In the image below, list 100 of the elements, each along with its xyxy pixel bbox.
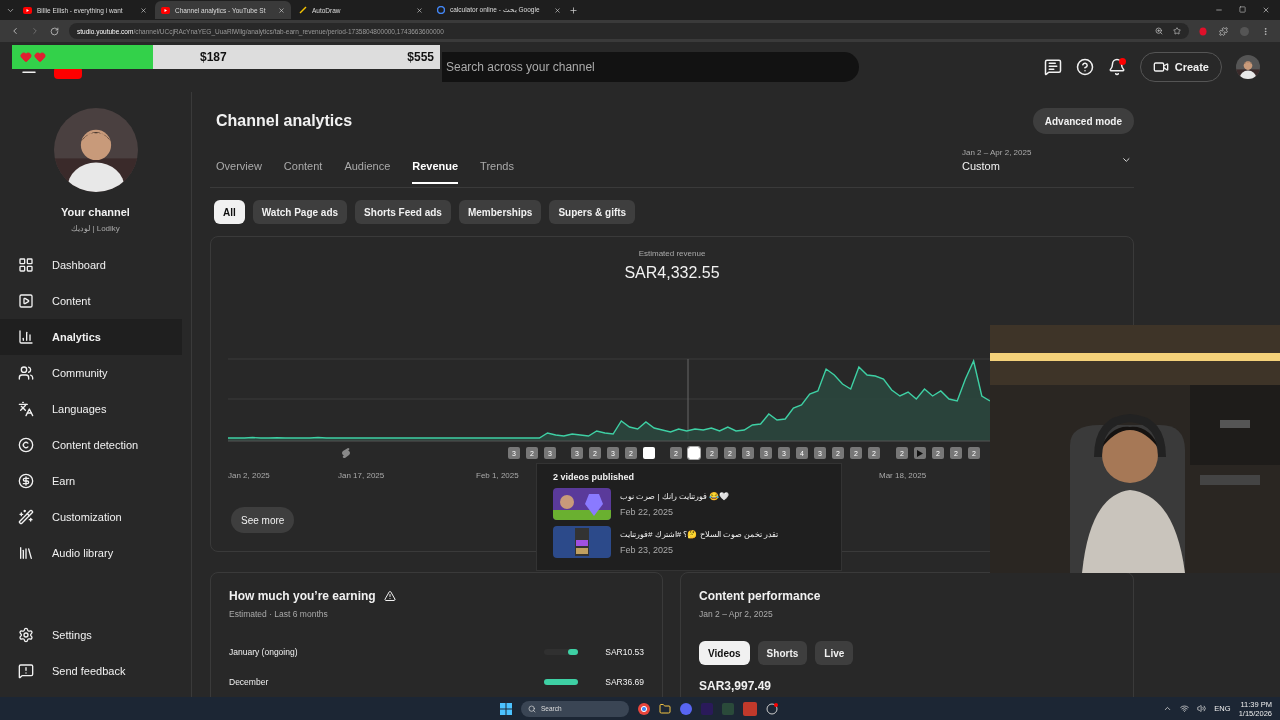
page-title: Channel analytics	[216, 112, 353, 130]
sidebar-item[interactable]: Earn	[0, 463, 182, 499]
month-label: December	[229, 677, 269, 687]
analytics-tab[interactable]: Trends	[480, 148, 514, 184]
performance-value: SAR3,997.49	[699, 679, 773, 693]
video-marker[interactable]	[643, 447, 655, 459]
sidebar-item[interactable]: Settings	[0, 617, 182, 653]
card-title: How much you’re earning	[229, 589, 376, 603]
video-title: 🤍😂 فورتنايت رانك | صرت نوب	[620, 491, 730, 501]
settings-icon	[18, 627, 34, 643]
profile-icon	[1240, 26, 1249, 36]
copyright-icon	[18, 437, 34, 453]
channel-name: لوديك | Lodiky	[71, 224, 120, 233]
back-icon	[10, 26, 20, 36]
reload-icon	[50, 26, 59, 36]
sidebar-item[interactable]: Dashboard	[0, 247, 182, 283]
forward-icon	[30, 26, 40, 36]
close-icon	[278, 6, 285, 14]
filter-chip[interactable]: All	[214, 200, 245, 224]
tooltip-title: 2 videos published	[553, 472, 636, 482]
analytics-tab[interactable]: Revenue	[412, 148, 459, 184]
play-logo-icon	[23, 6, 32, 14]
revenue-label: Estimated revenue	[638, 249, 706, 258]
content-type-chip[interactable]: Videos	[699, 641, 750, 665]
earning-amount: SAR10.53	[604, 647, 644, 657]
analytics-tab[interactable]: Audience	[344, 148, 391, 184]
play-logo-icon	[161, 6, 170, 14]
play-square-icon	[18, 293, 34, 309]
card-subtitle: Jan 2 – Apr 2, 2025	[699, 609, 774, 619]
axis-label: Jan 2, 2025	[228, 471, 270, 480]
sidebar-item[interactable]: Content	[0, 283, 182, 319]
minimize-icon	[1215, 6, 1223, 14]
pencil-icon	[299, 6, 307, 14]
app-icon	[766, 702, 778, 715]
dollar-icon	[18, 473, 34, 489]
video-date: Feb 23, 2025	[620, 544, 675, 555]
zoom-icon	[1155, 27, 1163, 35]
languages-icon	[18, 401, 34, 417]
sidebar-item[interactable]: Community	[0, 355, 182, 391]
help-button[interactable]	[1075, 58, 1094, 76]
volume-icon	[1197, 704, 1207, 713]
earning-amount: SAR36.69	[604, 677, 644, 687]
extension-icon	[1199, 26, 1207, 36]
app-icon	[722, 702, 734, 715]
content-type-chip[interactable]: Live	[815, 641, 854, 665]
axis-label: Jan 17, 2025	[338, 471, 385, 480]
sidebar-item[interactable]: Send feedback	[0, 653, 182, 689]
axis-label: Feb 1, 2025	[476, 471, 519, 480]
windows-icon	[500, 702, 512, 715]
video-date: Feb 22, 2025	[620, 506, 675, 517]
create-button[interactable]: Create	[1139, 52, 1222, 82]
heart-icon	[20, 51, 32, 63]
wand-icon	[18, 509, 34, 525]
close-icon	[1262, 6, 1270, 14]
heart-icon	[34, 51, 46, 63]
puzzle-icon	[1219, 26, 1228, 36]
notifications-button[interactable]	[1107, 58, 1126, 76]
sidebar-item[interactable]: Audio library	[0, 535, 182, 571]
maximize-icon	[1239, 6, 1246, 13]
goal-amount: $187	[200, 50, 227, 64]
filter-chip[interactable]: Supers & gifts	[549, 200, 636, 224]
see-more-button[interactable]: See more	[231, 507, 295, 533]
search-icon	[528, 704, 536, 713]
people-icon	[18, 365, 34, 381]
plus-icon	[569, 5, 578, 15]
grid-icon	[18, 257, 34, 273]
sidebar-item[interactable]: Customization	[0, 499, 182, 535]
video-marker[interactable]	[914, 447, 926, 459]
more-icon	[1261, 26, 1270, 36]
feedback-button[interactable]	[1043, 58, 1062, 76]
sidebar-item[interactable]: Content detection	[0, 427, 182, 463]
sidebar-item[interactable]: Analytics	[0, 319, 182, 355]
sidebar-item[interactable]: Languages	[0, 391, 182, 427]
warning-icon	[383, 590, 396, 602]
caret-icon	[1163, 704, 1173, 713]
close-icon	[140, 6, 147, 14]
video-title: تقدر تخمن صوت السلاح 🤔؟ #اشترك #فورتنايت	[620, 529, 779, 539]
bar-chart-icon	[18, 329, 34, 345]
filter-chip[interactable]: Watch Page ads	[252, 200, 348, 224]
card-subtitle: Estimated · Last 6 months	[229, 609, 329, 619]
month-label: January (ongoing)	[229, 647, 298, 657]
library-icon	[18, 545, 34, 561]
folder-icon	[659, 702, 671, 715]
date-range-picker[interactable]: Jan 2 – Apr 2, 2025 Custom	[962, 148, 1132, 172]
advanced-mode-button[interactable]: Advanced mode	[1032, 108, 1134, 134]
axis-label: Mar 18, 2025	[879, 471, 927, 480]
close-icon	[554, 6, 561, 14]
star-icon	[1173, 27, 1181, 35]
revenue-value: SAR4,332.55	[624, 264, 720, 282]
close-icon	[416, 6, 423, 14]
video-camera-icon	[1152, 59, 1169, 75]
search-field[interactable]: Search across your channel	[442, 52, 859, 82]
content-type-chip[interactable]: Shorts	[757, 641, 808, 665]
shorts-icon	[341, 447, 351, 459]
video-marker[interactable]	[688, 447, 700, 459]
filter-chip[interactable]: Shorts Feed ads	[355, 200, 451, 224]
filter-chip[interactable]: Memberships	[458, 200, 542, 224]
app-icon	[743, 701, 757, 716]
analytics-tab[interactable]: Overview	[216, 148, 262, 184]
analytics-tab[interactable]: Content	[283, 148, 323, 184]
